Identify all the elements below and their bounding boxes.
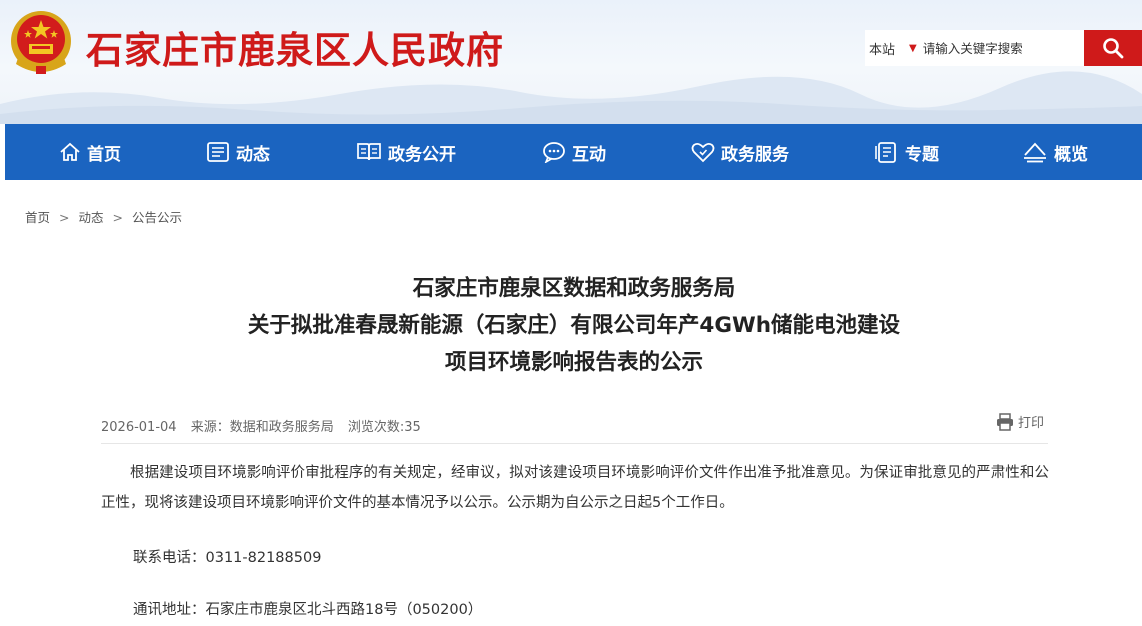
heart-icon bbox=[691, 142, 715, 163]
printer-icon bbox=[997, 412, 1013, 431]
search-input[interactable] bbox=[922, 40, 1073, 56]
nav-item-government-affairs[interactable]: 政务公开 bbox=[356, 124, 456, 180]
article-title-line: 石家庄市鹿泉区数据和政务服务局 bbox=[412, 276, 736, 301]
nav-item-news[interactable]: 动态 bbox=[206, 124, 270, 180]
nav-item-label: 概览 bbox=[1054, 144, 1088, 165]
search-scope-label[interactable]: 本站 bbox=[865, 39, 909, 58]
nav-item-home[interactable]: 首页 bbox=[59, 124, 121, 180]
article-meta: 2026-01-04 来源：数据和政务服务局 浏览次数:35 bbox=[101, 416, 431, 435]
nav-item-label: 政务公开 bbox=[388, 144, 456, 165]
home-icon bbox=[60, 142, 80, 161]
national-emblem-icon bbox=[11, 11, 71, 74]
caret-down-icon[interactable]: ▼ bbox=[909, 43, 917, 54]
book-icon bbox=[357, 143, 381, 161]
overview-icon bbox=[1024, 142, 1046, 163]
nav-item-interaction[interactable]: 互动 bbox=[542, 124, 606, 180]
breadcrumb-separator: > bbox=[59, 210, 70, 225]
breadcrumb-home[interactable]: 首页 bbox=[25, 210, 50, 225]
view-count: 浏览次数:35 bbox=[347, 420, 421, 435]
print-button[interactable]: 打印 bbox=[996, 412, 1044, 431]
nav-item-label: 动态 bbox=[236, 144, 270, 165]
breadcrumb-announcements[interactable]: 公告公示 bbox=[132, 210, 182, 225]
contact-address: 通讯地址：石家庄市鹿泉区北斗西路18号（050200） bbox=[133, 602, 483, 618]
nav-item-label: 首页 bbox=[87, 144, 121, 165]
publish-date: 2026-01-04 bbox=[101, 420, 177, 435]
article-body: 根据建设项目环境影响评价审批程序的有关规定，经审议，拟对该建设项目环境影响评价文… bbox=[101, 458, 1049, 518]
search-icon bbox=[1103, 38, 1124, 59]
nav-item-label: 互动 bbox=[572, 144, 606, 165]
nav-item-label: 政务服务 bbox=[721, 144, 789, 165]
article-title-line: 关于拟批准春晟新能源（石家庄）有限公司年产4GWh储能电池建设 bbox=[247, 313, 901, 338]
nav-item-government-services[interactable]: 政务服务 bbox=[691, 124, 789, 180]
breadcrumb: 首页 > 动态 > 公告公示 bbox=[25, 207, 182, 226]
article-paragraph: 根据建设项目环境影响评价审批程序的有关规定，经审议，拟对该建设项目环境影响评价文… bbox=[101, 465, 1049, 511]
header-banner: 石家庄市鹿泉区人民政府 本站 ▼ bbox=[0, 0, 1142, 124]
nav-item-label: 专题 bbox=[905, 144, 939, 165]
search-box: 本站 ▼ bbox=[865, 30, 1142, 66]
breadcrumb-separator: > bbox=[112, 210, 123, 225]
nav-item-overview[interactable]: 概览 bbox=[1022, 124, 1088, 180]
main-nav: 首页 动态 政务公开 互动 政务服务 专题 概览 bbox=[5, 124, 1142, 180]
news-icon bbox=[207, 142, 229, 162]
nav-item-topics[interactable]: 专题 bbox=[875, 124, 939, 180]
article-source: 来源：数据和政务服务局 bbox=[190, 420, 334, 435]
print-label: 打印 bbox=[1018, 416, 1045, 431]
meta-divider bbox=[101, 443, 1048, 444]
article-title: 石家庄市鹿泉区数据和政务服务局 关于拟批准春晟新能源（石家庄）有限公司年产4GW… bbox=[100, 270, 1048, 381]
topic-icon bbox=[875, 142, 896, 163]
chat-icon bbox=[543, 142, 565, 163]
contact-phone: 联系电话：0311-82188509 bbox=[133, 550, 322, 566]
site-title: 石家庄市鹿泉区人民政府 bbox=[86, 29, 504, 72]
article-title-line: 项目环境影响报告表的公示 bbox=[444, 350, 703, 375]
breadcrumb-news[interactable]: 动态 bbox=[78, 210, 103, 225]
search-button[interactable] bbox=[1084, 30, 1142, 66]
